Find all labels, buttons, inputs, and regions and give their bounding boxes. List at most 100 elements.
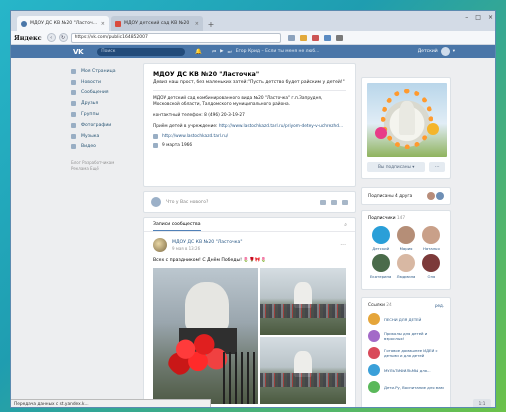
groups-icon	[71, 112, 76, 118]
menu-label: Друзья	[81, 101, 99, 107]
post-date[interactable]: 9 мая в 13:26	[172, 246, 242, 251]
crowd-shape	[260, 373, 346, 387]
link-title: МУЛЬТИФИЛЬМЫ для...	[384, 367, 431, 373]
link-title: ПЕСНИ ДЛЯ ДЕТЕЙ	[384, 316, 422, 322]
link-thumbnail	[368, 313, 380, 325]
avatar	[422, 226, 441, 244]
links-list: ПЕСНИ ДЛЯ ДЕТЕЙ Приколы для детей и взрос…	[368, 313, 444, 393]
browser-tab-site[interactable]: МДОУ детский сад КВ №20 ×	[111, 16, 203, 31]
vk-logo[interactable]: VK	[73, 48, 84, 56]
menu-item-photos[interactable]: Фотографии	[71, 120, 141, 131]
footer-link[interactable]: Разработчикам	[82, 160, 114, 165]
menu-item-music[interactable]: Музыка	[71, 131, 141, 142]
camera-icon[interactable]	[320, 199, 326, 205]
tab-label: МДОУ детский сад КВ №20	[124, 21, 190, 26]
link-item[interactable]: Дети.Ру, Воспитание для мам	[368, 381, 444, 393]
link-title: Дети.Ру, Воспитание для мам	[384, 384, 444, 390]
post-photo-memorial[interactable]	[153, 268, 258, 404]
follower-item[interactable]: Детский	[368, 226, 393, 251]
admission-link[interactable]: http://www.lastochkazd.tarl.ru/priyom-de…	[219, 124, 343, 129]
user-menu[interactable]: Детский ▾	[418, 47, 455, 56]
menu-label: Фотографии	[81, 122, 112, 128]
avatar[interactable]	[153, 238, 167, 252]
new-tab-icon[interactable]: +	[205, 17, 217, 31]
website-link[interactable]: http://www.lastochkazd.tarl.ru/	[162, 134, 228, 139]
friends-icon	[71, 101, 76, 107]
footer-link[interactable]: Блог	[71, 160, 81, 165]
back-arrow-icon[interactable]: ‹	[46, 33, 56, 42]
link-thumbnail	[368, 364, 380, 376]
followers-title[interactable]: Подписчики 147	[368, 216, 444, 221]
post-text: Всех с праздником! С Днём Победы! 🌷🌹🎀🌷	[153, 258, 346, 263]
menu-item-friends[interactable]: Друзья	[71, 98, 141, 109]
follower-name: Детский	[372, 246, 390, 251]
bell-icon[interactable]: 🔔	[195, 49, 202, 55]
bookmark-icon[interactable]	[287, 34, 295, 41]
link-title: Приколы для детей и взрослых!	[384, 331, 428, 341]
subscribed-button[interactable]: Вы подписаны ▾	[367, 162, 426, 172]
founded-row: 9 марта 1966	[153, 143, 346, 148]
follower-item[interactable]: Оля	[419, 254, 444, 279]
search-icon[interactable]: ⌕	[344, 222, 347, 228]
attach-icons	[320, 199, 348, 205]
menu-item-my-page[interactable]: Моя Страница	[71, 66, 141, 77]
menu-item-messages[interactable]: Сообщения	[71, 88, 141, 99]
follower-item[interactable]: Екатерина	[368, 254, 393, 279]
page-badge[interactable]: 1:1	[473, 399, 491, 407]
avatar	[151, 197, 161, 207]
music-icon	[71, 133, 76, 139]
group-avatar[interactable]	[367, 83, 447, 157]
edit-links-link[interactable]: ред.	[435, 303, 444, 308]
vk-favicon-icon	[21, 20, 27, 27]
vk-search-input[interactable]: Поиск	[97, 47, 186, 56]
prev-track-icon[interactable]: ⏮	[212, 49, 216, 55]
downloads-icon[interactable]	[323, 34, 331, 41]
close-tab-icon[interactable]: ×	[195, 21, 199, 27]
menu-icon[interactable]	[335, 34, 343, 41]
menu-item-video[interactable]: Видео	[71, 142, 141, 153]
track-title[interactable]: Егор Крид – Если ты меня не люб...	[236, 49, 320, 54]
site-favicon-icon	[115, 20, 121, 27]
tab-community-posts[interactable]: Записи сообщества	[153, 222, 201, 231]
flowers-emoji-icon: 🌷🌹🎀🌷	[243, 258, 267, 263]
browser-tab-vk[interactable]: МДОУ ДС КВ №20 "Ласточ... ×	[17, 16, 109, 31]
more-button[interactable]: ···	[429, 162, 445, 172]
follower-item[interactable]: Мария	[393, 226, 418, 251]
avatar	[371, 226, 390, 244]
menu-item-groups[interactable]: Группы	[71, 109, 141, 120]
next-track-icon[interactable]: ⏭	[228, 49, 232, 55]
play-icon[interactable]: ▶	[220, 49, 223, 54]
minimize-icon[interactable]: –	[465, 14, 468, 21]
footer-link[interactable]: Ещё	[90, 166, 99, 171]
music-icon[interactable]	[342, 199, 348, 205]
link-item[interactable]: МУЛЬТИФИЛЬМЫ для...	[368, 364, 444, 376]
post-photo-ceremony-2[interactable]	[260, 337, 346, 404]
follower-item[interactable]: Наталья	[419, 226, 444, 251]
new-post-box[interactable]: Что у Вас нового?	[143, 191, 356, 213]
extension-icon[interactable]	[299, 34, 307, 41]
link-item[interactable]: ПЕСНИ ДЛЯ ДЕТЕЙ	[368, 313, 444, 325]
menu-item-news[interactable]: Новости	[71, 77, 141, 88]
url-field[interactable]: https://vk.com/public164852007	[70, 32, 281, 43]
friends-subscribed[interactable]: Подписаны 4 друга	[361, 187, 451, 205]
reload-icon[interactable]: ↻	[58, 33, 68, 42]
maximize-icon[interactable]: □	[475, 14, 481, 21]
avatar	[422, 254, 441, 272]
avatar	[396, 226, 415, 244]
link-item[interactable]: Приколы для детей и взрослых!	[368, 330, 444, 342]
link-item[interactable]: Готовое домашнее ИДЕИ с детьми и для дет…	[368, 347, 444, 359]
close-window-icon[interactable]: ×	[488, 14, 493, 21]
follower-item[interactable]: Людмила	[393, 254, 418, 279]
footer-link[interactable]: Реклама	[71, 166, 89, 171]
mail-icon[interactable]	[311, 34, 319, 41]
post-author[interactable]: МДОУ ДС КВ №20 "Ласточка"	[172, 240, 242, 245]
links-label[interactable]: Ссылки	[368, 303, 385, 308]
more-icon[interactable]: ···	[340, 242, 346, 249]
post-photo-ceremony-1[interactable]	[260, 268, 346, 335]
camera-icon	[71, 122, 76, 128]
address-bar-row: Яндекс ‹ ↻ https://vk.com/public16485200…	[11, 31, 495, 45]
search-placeholder: Поиск	[101, 49, 116, 54]
video-icon[interactable]	[331, 199, 337, 205]
browser-brand[interactable]: Яндекс	[14, 34, 42, 42]
close-tab-icon[interactable]: ×	[101, 21, 105, 27]
